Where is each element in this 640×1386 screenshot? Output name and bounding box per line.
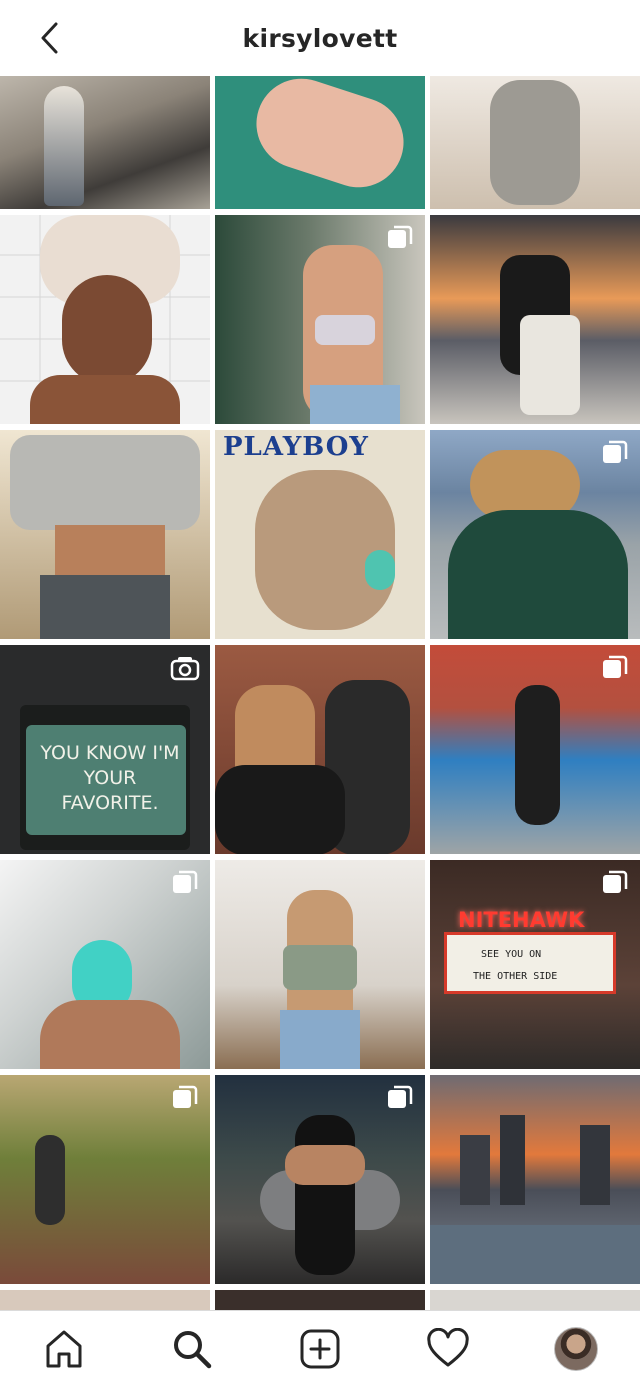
- nav-profile-button[interactable]: [544, 1317, 608, 1381]
- carousel-icon: [388, 1085, 413, 1108]
- nav-search-button[interactable]: [160, 1317, 224, 1381]
- marquee-line-2: THE OTHER SIDE: [473, 971, 558, 982]
- search-icon: [174, 1330, 212, 1368]
- marquee-line-1: SEE YOU ON: [481, 949, 542, 960]
- profile-header: kirsylovett: [0, 0, 640, 76]
- post-tile-nails[interactable]: [215, 76, 425, 209]
- profile-avatar: [554, 1326, 598, 1371]
- post-tile-partial-1[interactable]: [0, 1290, 210, 1310]
- carousel-icon: [173, 870, 198, 893]
- tv-screen-text: YOU KNOW I'M YOUR FAVORITE.: [40, 742, 180, 814]
- post-tile-tv[interactable]: YOU KNOW I'M YOUR FAVORITE.: [0, 645, 210, 854]
- post-tile-green-coat[interactable]: [430, 430, 640, 639]
- heart-icon: [427, 1327, 469, 1366]
- nav-activity-button[interactable]: [416, 1317, 480, 1381]
- add-post-icon: [300, 1329, 340, 1368]
- back-button[interactable]: [30, 18, 70, 58]
- post-tile-living-room[interactable]: [215, 860, 425, 1069]
- marquee-title: NITEHAWK: [458, 908, 585, 932]
- home-icon: [46, 1330, 82, 1367]
- post-tile-forest[interactable]: [0, 1075, 210, 1284]
- post-tile-crop-top[interactable]: [215, 215, 425, 424]
- reel-icon: [170, 657, 200, 681]
- post-tile-street[interactable]: [0, 76, 210, 209]
- post-tile-street-walk[interactable]: [430, 645, 640, 854]
- nav-home-button[interactable]: [32, 1317, 96, 1381]
- post-tile-face-mask[interactable]: [0, 860, 210, 1069]
- post-tile-car[interactable]: [215, 1075, 425, 1284]
- profile-username: kirsylovett: [242, 23, 398, 53]
- carousel-icon: [388, 225, 413, 248]
- post-tile-hoodie[interactable]: [0, 430, 210, 639]
- post-tile-duo[interactable]: [215, 645, 425, 854]
- posts-grid: PLAYBOY YOU KNOW I'M YOUR FAVORITE. NITE…: [0, 76, 640, 1310]
- carousel-icon: [603, 655, 628, 678]
- carousel-icon: [603, 870, 628, 893]
- marquee-board: SEE YOU ON THE OTHER SIDE: [444, 932, 616, 994]
- post-tile-sweatsuit[interactable]: [430, 76, 640, 209]
- nav-new-post-button[interactable]: [288, 1317, 352, 1381]
- post-tile-partial-2[interactable]: [215, 1290, 425, 1310]
- post-tile-marquee[interactable]: NITEHAWK SEE YOU ON THE OTHER SIDE: [430, 860, 640, 1069]
- post-tile-toothbrush[interactable]: [0, 215, 210, 424]
- bottom-nav: [0, 1310, 640, 1386]
- post-tile-skyline[interactable]: [430, 1075, 640, 1284]
- post-tile-magazine[interactable]: PLAYBOY: [215, 430, 425, 639]
- carousel-icon: [173, 1085, 198, 1108]
- carousel-icon: [603, 440, 628, 463]
- post-tile-partial-3[interactable]: [430, 1290, 640, 1310]
- chevron-left-icon: [41, 22, 58, 54]
- post-tile-window-sit[interactable]: [430, 215, 640, 424]
- magazine-title: PLAYBOY: [223, 432, 369, 462]
